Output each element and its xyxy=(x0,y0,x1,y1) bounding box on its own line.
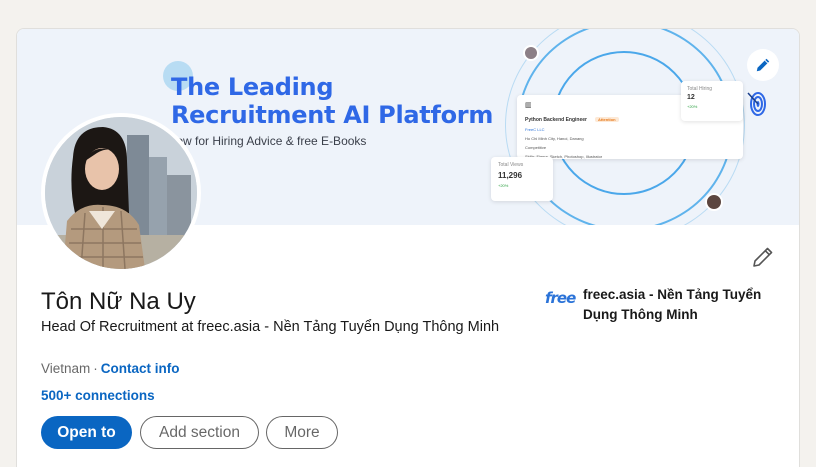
views-card-label: Total Views xyxy=(498,162,524,168)
hiring-card-value: 12 xyxy=(687,94,695,101)
banner-headline-line2: Recruitment AI Platform xyxy=(171,101,494,129)
profile-card: The Leading Recruitment AI Platform llow… xyxy=(16,28,800,467)
separator-dot: · xyxy=(93,361,98,376)
hiring-card-label: Total Hiring xyxy=(687,86,713,92)
add-section-button[interactable]: Add section xyxy=(140,416,259,449)
banner-headline-line1: The Leading xyxy=(171,73,334,101)
job-card-location: Ho Chi Minh City, Hanoi, Danang xyxy=(525,136,584,141)
location-row: Vietnam · Contact info xyxy=(41,360,180,378)
hiring-card-change: +20% xyxy=(687,104,698,109)
pencil-icon xyxy=(753,247,773,267)
company-name[interactable]: freec.asia - Nền Tảng Tuyển Dụng Thông M… xyxy=(583,285,775,325)
edit-profile-button[interactable] xyxy=(751,245,775,269)
job-card-salary: Competitive xyxy=(525,145,547,150)
profile-name: Tôn Nữ Na Uy xyxy=(41,288,196,315)
profile-location: Vietnam xyxy=(41,361,91,376)
edit-banner-button[interactable] xyxy=(747,49,779,81)
company-logo-text: free xyxy=(545,289,576,307)
profile-photo[interactable] xyxy=(41,113,201,273)
banner-subtitle: llow for Hiring Advice & free E-Books xyxy=(171,134,367,148)
banner-avatar-small-2 xyxy=(705,193,723,211)
views-card-change: +20% xyxy=(498,183,509,188)
profile-photo-image xyxy=(45,117,197,269)
views-card-value: 11,296 xyxy=(498,171,523,180)
company-logo: free xyxy=(545,289,576,317)
more-button[interactable]: More xyxy=(266,416,338,449)
target-icon xyxy=(747,92,766,116)
banner-hiring-card: Total Hiring 12 +20% xyxy=(681,81,743,121)
banner-headline: The Leading Recruitment AI Platform xyxy=(171,73,493,129)
job-card-title: Python Backend Engineer xyxy=(525,117,587,123)
open-to-button[interactable]: Open to xyxy=(41,416,132,449)
profile-headline: Head Of Recruitment at freec.asia - Nền … xyxy=(41,319,500,335)
banner-views-card: Total Views 11,296 +20% xyxy=(491,157,553,201)
connections-link[interactable]: 500+ connections xyxy=(41,387,155,405)
current-company[interactable]: free freec.asia - Nền Tảng Tuyển Dụng Th… xyxy=(545,285,775,325)
pencil-icon xyxy=(756,58,770,72)
job-card-skills: Skills: Figma, Sketch, Photoshop, Illust… xyxy=(525,154,603,159)
job-card-company: FreeC LLC xyxy=(525,127,545,132)
job-card-tag: Attention xyxy=(594,117,619,122)
contact-info-link[interactable]: Contact info xyxy=(101,361,180,376)
banner-avatar-small-1 xyxy=(523,45,539,61)
